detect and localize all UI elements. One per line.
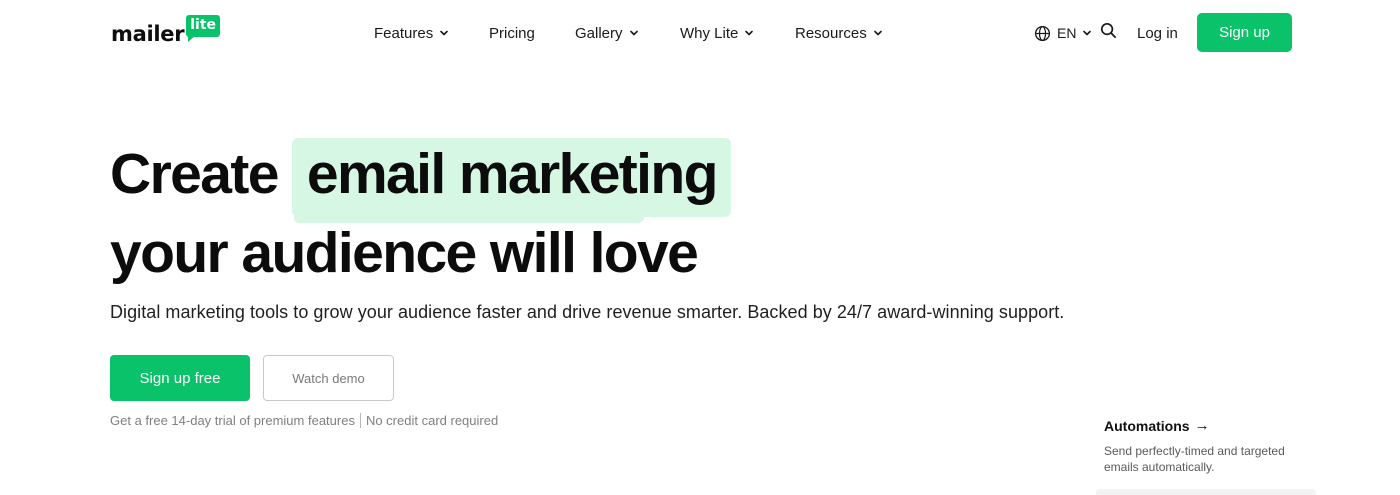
logo-badge: lite <box>186 15 221 42</box>
nav-item-pricing[interactable]: Pricing <box>489 22 535 44</box>
language-label: EN <box>1057 25 1077 41</box>
nav-item-why-lite[interactable]: Why Lite <box>680 22 754 44</box>
mailerlite-logo[interactable]: mailer lite <box>111 14 221 46</box>
trial-note-text: Get a free 14-day trial of premium featu… <box>110 413 355 428</box>
arrow-right-icon: → <box>1194 417 1210 434</box>
nav-item-label: Pricing <box>489 24 535 42</box>
nav-item-resources[interactable]: Resources <box>795 22 883 44</box>
watch-demo-button[interactable]: Watch demo <box>263 355 394 401</box>
no-card-note: No credit card required <box>365 413 499 428</box>
feature-card-automations: Automations → Send perfectly-timed and t… <box>1104 417 1334 475</box>
signup-button[interactable]: Sign up <box>1197 13 1292 52</box>
chevron-down-icon <box>1082 28 1092 38</box>
signup-free-button[interactable]: Sign up free <box>110 355 250 401</box>
hero-title-highlight-text: email marketing <box>306 142 719 206</box>
nav-item-gallery[interactable]: Gallery <box>575 22 639 44</box>
nav-item-label: Gallery <box>575 24 623 42</box>
feature-preview-edge <box>1096 489 1316 495</box>
chevron-down-icon <box>744 28 754 38</box>
logo-wordmark: mailer <box>111 22 185 46</box>
hero-subtitle: Digital marketing tools to grow your aud… <box>110 302 1065 322</box>
login-link[interactable]: Log in <box>1137 20 1178 46</box>
feature-card-title-link[interactable]: Automations → <box>1104 417 1334 434</box>
trial-note: Get a free 14-day trial of premium featu… <box>110 413 498 428</box>
hero-title-highlight: email marketing <box>291 138 731 223</box>
divider <box>359 413 361 428</box>
site-header: mailer lite Features Pricing Gallery Why… <box>0 0 1400 66</box>
hero-title-create: Create <box>110 142 279 206</box>
hero-title-line1: Create email marketing <box>110 138 731 223</box>
hero-title-line2: your audience will love <box>110 221 699 285</box>
chevron-down-icon <box>873 28 883 38</box>
globe-icon <box>1034 25 1051 42</box>
search-icon <box>1100 22 1117 44</box>
chevron-down-icon <box>439 28 449 38</box>
feature-card-title: Automations <box>1104 417 1190 434</box>
nav-item-label: Why Lite <box>680 24 739 42</box>
nav-item-features[interactable]: Features <box>374 22 449 44</box>
feature-card-description: Send perfectly-timed and targeted emails… <box>1104 444 1285 474</box>
search-button[interactable] <box>1100 20 1118 46</box>
nav-item-label: Features <box>374 24 434 42</box>
language-selector[interactable]: EN <box>1034 20 1092 46</box>
nav-item-label: Resources <box>795 24 867 42</box>
chevron-down-icon <box>629 28 639 38</box>
